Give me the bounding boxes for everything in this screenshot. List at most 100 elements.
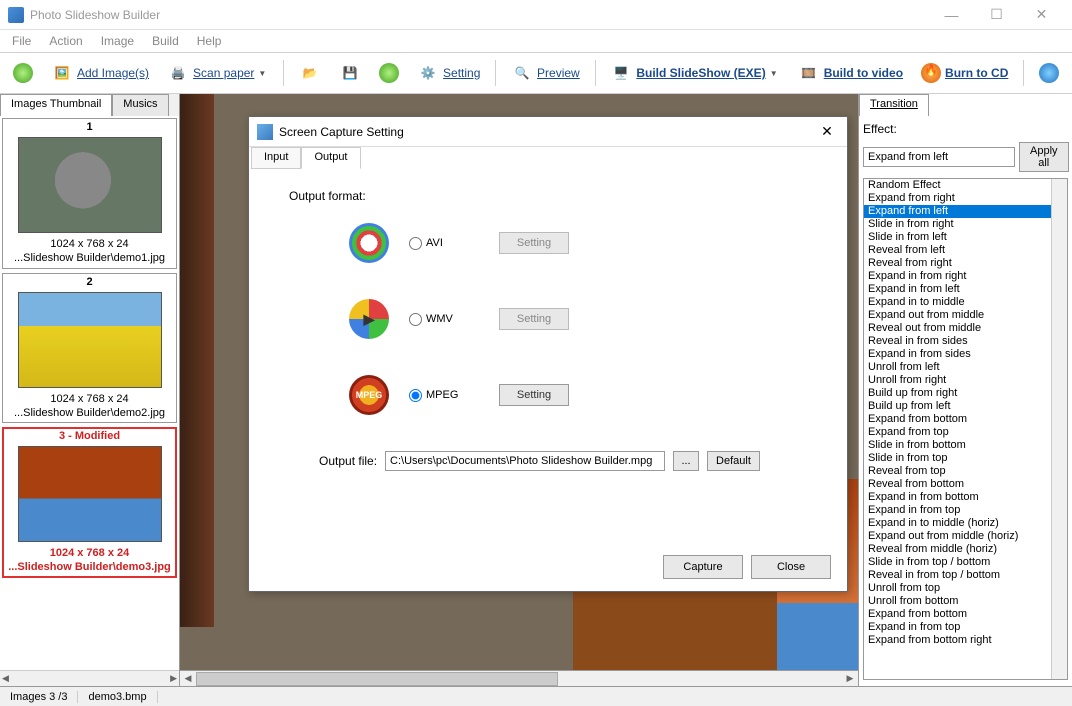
- current-effect-field[interactable]: [863, 147, 1015, 167]
- browse-button[interactable]: ...: [673, 451, 699, 471]
- transition-panel: Transition Effect: Apply all Random Effe…: [858, 94, 1072, 686]
- effect-item[interactable]: Expand in from top: [864, 621, 1067, 634]
- effect-item[interactable]: Slide in from left: [864, 231, 1067, 244]
- effect-item[interactable]: Expand in from sides: [864, 348, 1067, 361]
- effect-item[interactable]: Slide in from bottom: [864, 439, 1067, 452]
- output-file-field[interactable]: [385, 451, 665, 471]
- effect-item[interactable]: Build up from right: [864, 387, 1067, 400]
- horizontal-scrollbar[interactable]: ◀▶: [0, 670, 179, 686]
- effect-item[interactable]: Expand out from middle (horiz): [864, 530, 1067, 543]
- effect-item[interactable]: Reveal from left: [864, 244, 1067, 257]
- dialog-close-button[interactable]: ✕: [815, 123, 839, 140]
- effect-list[interactable]: Random EffectExpand from rightExpand fro…: [863, 178, 1068, 680]
- screen-capture-dialog: Screen Capture Setting ✕ Input Output Ou…: [248, 116, 848, 592]
- separator: [283, 60, 284, 86]
- effect-item[interactable]: Slide in from top: [864, 452, 1067, 465]
- effect-item[interactable]: Unroll from right: [864, 374, 1067, 387]
- tab-input[interactable]: Input: [251, 147, 301, 169]
- apply-all-button[interactable]: Apply all: [1019, 142, 1069, 172]
- build-video-button[interactable]: 🎞️ Build to video: [791, 57, 910, 89]
- menu-build[interactable]: Build: [144, 32, 187, 50]
- effect-item[interactable]: Reveal in from top / bottom: [864, 569, 1067, 582]
- radio-mpeg[interactable]: MPEG: [409, 389, 479, 402]
- effect-item[interactable]: Expand from bottom: [864, 608, 1067, 621]
- slideshow-icon: 🖥️: [610, 62, 632, 84]
- save-button[interactable]: 💾: [332, 57, 368, 89]
- thumbnail-item[interactable]: 1 1024 x 768 x 24 ...Slideshow Builder\d…: [2, 118, 177, 269]
- effect-item[interactable]: Reveal in from sides: [864, 335, 1067, 348]
- app-icon: [8, 7, 24, 23]
- maximize-button[interactable]: ☐: [974, 1, 1019, 29]
- status-file: demo3.bmp: [78, 691, 157, 703]
- thumbnail-item-selected[interactable]: 3 - Modified 1024 x 768 x 24 ...Slidesho…: [2, 427, 177, 578]
- tab-output[interactable]: Output: [301, 147, 360, 169]
- tab-images-thumbnail[interactable]: Images Thumbnail: [0, 94, 112, 116]
- close-button[interactable]: Close: [751, 555, 831, 579]
- chevron-down-icon[interactable]: ▼: [770, 69, 780, 78]
- effect-item[interactable]: Expand from left: [864, 205, 1067, 218]
- dialog-title: Screen Capture Setting: [279, 125, 815, 139]
- output-format-label: Output format:: [289, 189, 807, 203]
- separator: [595, 60, 596, 86]
- effect-item[interactable]: Expand in to middle (horiz): [864, 517, 1067, 530]
- preview-button[interactable]: 🔍 Preview: [504, 57, 587, 89]
- help-green-icon: [379, 63, 399, 83]
- effect-item[interactable]: Expand out from middle: [864, 309, 1067, 322]
- gear-icon: ⚙️: [417, 62, 439, 84]
- effect-item[interactable]: Expand from top: [864, 426, 1067, 439]
- effect-item[interactable]: Reveal from bottom: [864, 478, 1067, 491]
- tab-musics[interactable]: Musics: [112, 94, 168, 116]
- horizontal-scrollbar[interactable]: ◀ ▶: [180, 670, 858, 686]
- chevron-down-icon[interactable]: ▼: [258, 69, 268, 78]
- menu-action[interactable]: Action: [41, 32, 90, 50]
- effect-item[interactable]: Reveal from right: [864, 257, 1067, 270]
- effect-item[interactable]: Reveal from top: [864, 465, 1067, 478]
- toolbar: 🖼️ Add Image(s) 🖨️ Scan paper ▼ 📂 💾 ⚙️ S…: [0, 52, 1072, 94]
- avi-setting-button[interactable]: Setting: [499, 232, 569, 254]
- default-button[interactable]: Default: [707, 451, 760, 471]
- vertical-scrollbar[interactable]: [1051, 179, 1067, 679]
- menu-help[interactable]: Help: [189, 32, 230, 50]
- effect-item[interactable]: Random Effect: [864, 179, 1067, 192]
- effect-item[interactable]: Reveal from middle (horiz): [864, 543, 1067, 556]
- tab-transition[interactable]: Transition: [859, 94, 929, 116]
- thumbnail-item[interactable]: 2 1024 x 768 x 24 ...Slideshow Builder\d…: [2, 273, 177, 424]
- open-button[interactable]: 📂: [292, 57, 328, 89]
- effect-item[interactable]: Expand in from right: [864, 270, 1067, 283]
- effect-item[interactable]: Expand from bottom: [864, 413, 1067, 426]
- effect-item[interactable]: Build up from left: [864, 400, 1067, 413]
- burn-cd-button[interactable]: Burn to CD: [914, 58, 1015, 88]
- scan-paper-button[interactable]: 🖨️ Scan paper ▼: [160, 57, 275, 89]
- effect-item[interactable]: Expand in to middle: [864, 296, 1067, 309]
- menu-file[interactable]: File: [4, 32, 39, 50]
- effect-item[interactable]: Expand in from bottom: [864, 491, 1067, 504]
- minimize-button[interactable]: —: [929, 1, 974, 29]
- effect-item[interactable]: Slide in from right: [864, 218, 1067, 231]
- effect-item[interactable]: Slide in from top / bottom: [864, 556, 1067, 569]
- scanner-icon: 🖨️: [167, 62, 189, 84]
- back-button[interactable]: [6, 58, 40, 88]
- add-images-button[interactable]: 🖼️ Add Image(s): [44, 57, 156, 89]
- close-window-button[interactable]: ✕: [1019, 1, 1064, 29]
- help-button[interactable]: [1032, 58, 1066, 88]
- help-round-button[interactable]: [372, 58, 406, 88]
- effect-item[interactable]: Unroll from left: [864, 361, 1067, 374]
- effect-item[interactable]: Unroll from bottom: [864, 595, 1067, 608]
- effect-item[interactable]: Expand in from top: [864, 504, 1067, 517]
- capture-button[interactable]: Capture: [663, 555, 743, 579]
- scrollbar-thumb[interactable]: [196, 672, 558, 686]
- effect-item[interactable]: Expand from bottom right: [864, 634, 1067, 647]
- menu-image[interactable]: Image: [93, 32, 142, 50]
- setting-button[interactable]: ⚙️ Setting: [410, 57, 487, 89]
- avi-icon: AVI: [349, 223, 389, 263]
- separator: [1023, 60, 1024, 86]
- effect-item[interactable]: Expand in from left: [864, 283, 1067, 296]
- radio-wmv[interactable]: WMV: [409, 313, 479, 326]
- radio-avi[interactable]: AVI: [409, 237, 479, 250]
- effect-item[interactable]: Expand from right: [864, 192, 1067, 205]
- effect-item[interactable]: Unroll from top: [864, 582, 1067, 595]
- mpeg-setting-button[interactable]: Setting: [499, 384, 569, 406]
- build-exe-button[interactable]: 🖥️ Build SlideShow (EXE) ▼: [603, 57, 786, 89]
- effect-item[interactable]: Reveal out from middle: [864, 322, 1067, 335]
- wmv-setting-button[interactable]: Setting: [499, 308, 569, 330]
